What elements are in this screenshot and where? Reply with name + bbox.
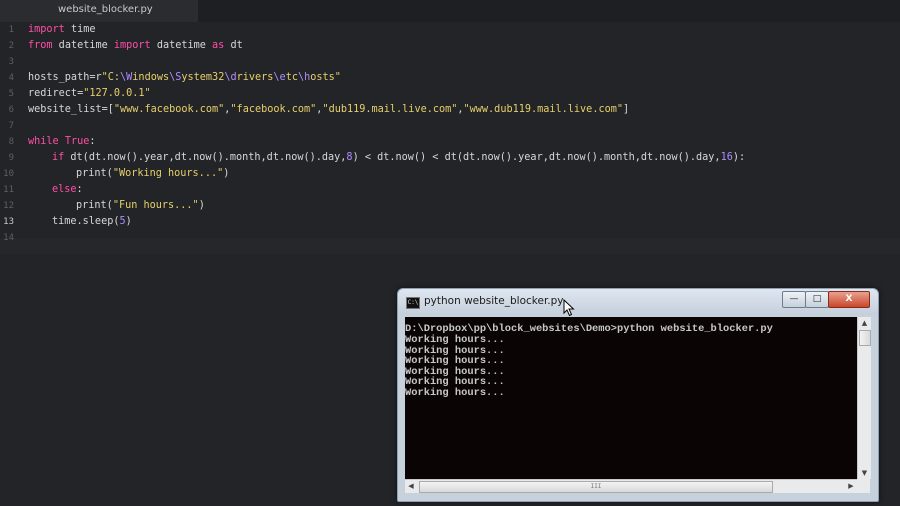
scroll-down-arrow-icon[interactable]: ▼ [858, 467, 871, 479]
line-number: 3 [8, 57, 14, 67]
line-number: 9 [8, 153, 14, 163]
vertical-scrollbar[interactable]: ▲ ▼ [857, 317, 871, 479]
current-line-highlight [0, 238, 900, 254]
scroll-up-arrow-icon[interactable]: ▲ [858, 317, 871, 329]
line-number: 5 [8, 89, 14, 99]
terminal-title-bar[interactable]: C:\ python website_blocker.py — □ X [398, 289, 878, 315]
terminal-title: python website_blocker.py [424, 295, 564, 307]
minimize-button[interactable]: — [782, 291, 806, 308]
code-line-1: import time [28, 24, 96, 35]
code-line-13: time.sleep(5) [52, 216, 132, 227]
code-line-10: print("Working hours...") [76, 168, 230, 179]
code-line-4: hosts_path=r"C:\Windows\System32\drivers… [28, 72, 341, 83]
code-line-12: print("Fun hours...") [76, 200, 205, 211]
line-number: 1 [8, 25, 14, 35]
tab-bar: website_blocker.py [0, 0, 900, 22]
line-number: 13 [3, 217, 14, 227]
scroll-right-arrow-icon[interactable]: ▶ [845, 480, 857, 493]
code-line-2: from datetime import datetime as dt [28, 40, 243, 51]
console-output[interactable]: D:\Dropbox\pp\block_websites\Demo>python… [405, 317, 857, 479]
code-line-8: while True: [28, 136, 96, 147]
code-line-6: website_list=["www.facebook.com","facebo… [28, 104, 630, 115]
line-number: 2 [8, 41, 14, 51]
terminal-window[interactable]: C:\ python website_blocker.py — □ X D:\D… [397, 288, 879, 502]
line-number: 8 [8, 137, 14, 147]
maximize-button[interactable]: □ [805, 291, 829, 308]
line-number: 12 [3, 201, 14, 211]
size-grip [857, 479, 870, 493]
horizontal-scrollbar[interactable]: ◀ III ▶ [405, 479, 857, 493]
scroll-left-arrow-icon[interactable]: ◀ [405, 480, 417, 493]
line-number: 6 [8, 105, 14, 115]
line-number: 4 [8, 73, 14, 83]
line-number: 7 [8, 121, 14, 131]
console-line: Working hours... [405, 386, 505, 399]
tab-label: website_blocker.py [58, 4, 153, 15]
line-number: 11 [3, 185, 14, 195]
tab-website-blocker[interactable]: website_blocker.py [0, 0, 198, 22]
code-line-5: redirect="127.0.0.1" [28, 88, 151, 99]
vertical-scroll-thumb[interactable] [859, 330, 871, 346]
line-number: 10 [3, 169, 14, 179]
line-number: 14 [3, 233, 14, 243]
mouse-pointer-icon [563, 299, 575, 317]
console-icon: C:\ [406, 297, 420, 309]
code-line-11: else: [52, 184, 83, 195]
code-line-9: if dt(dt.now().year,dt.now().month,dt.no… [52, 152, 746, 163]
close-button[interactable]: X [828, 291, 870, 308]
horizontal-scroll-thumb[interactable]: III [419, 481, 773, 493]
